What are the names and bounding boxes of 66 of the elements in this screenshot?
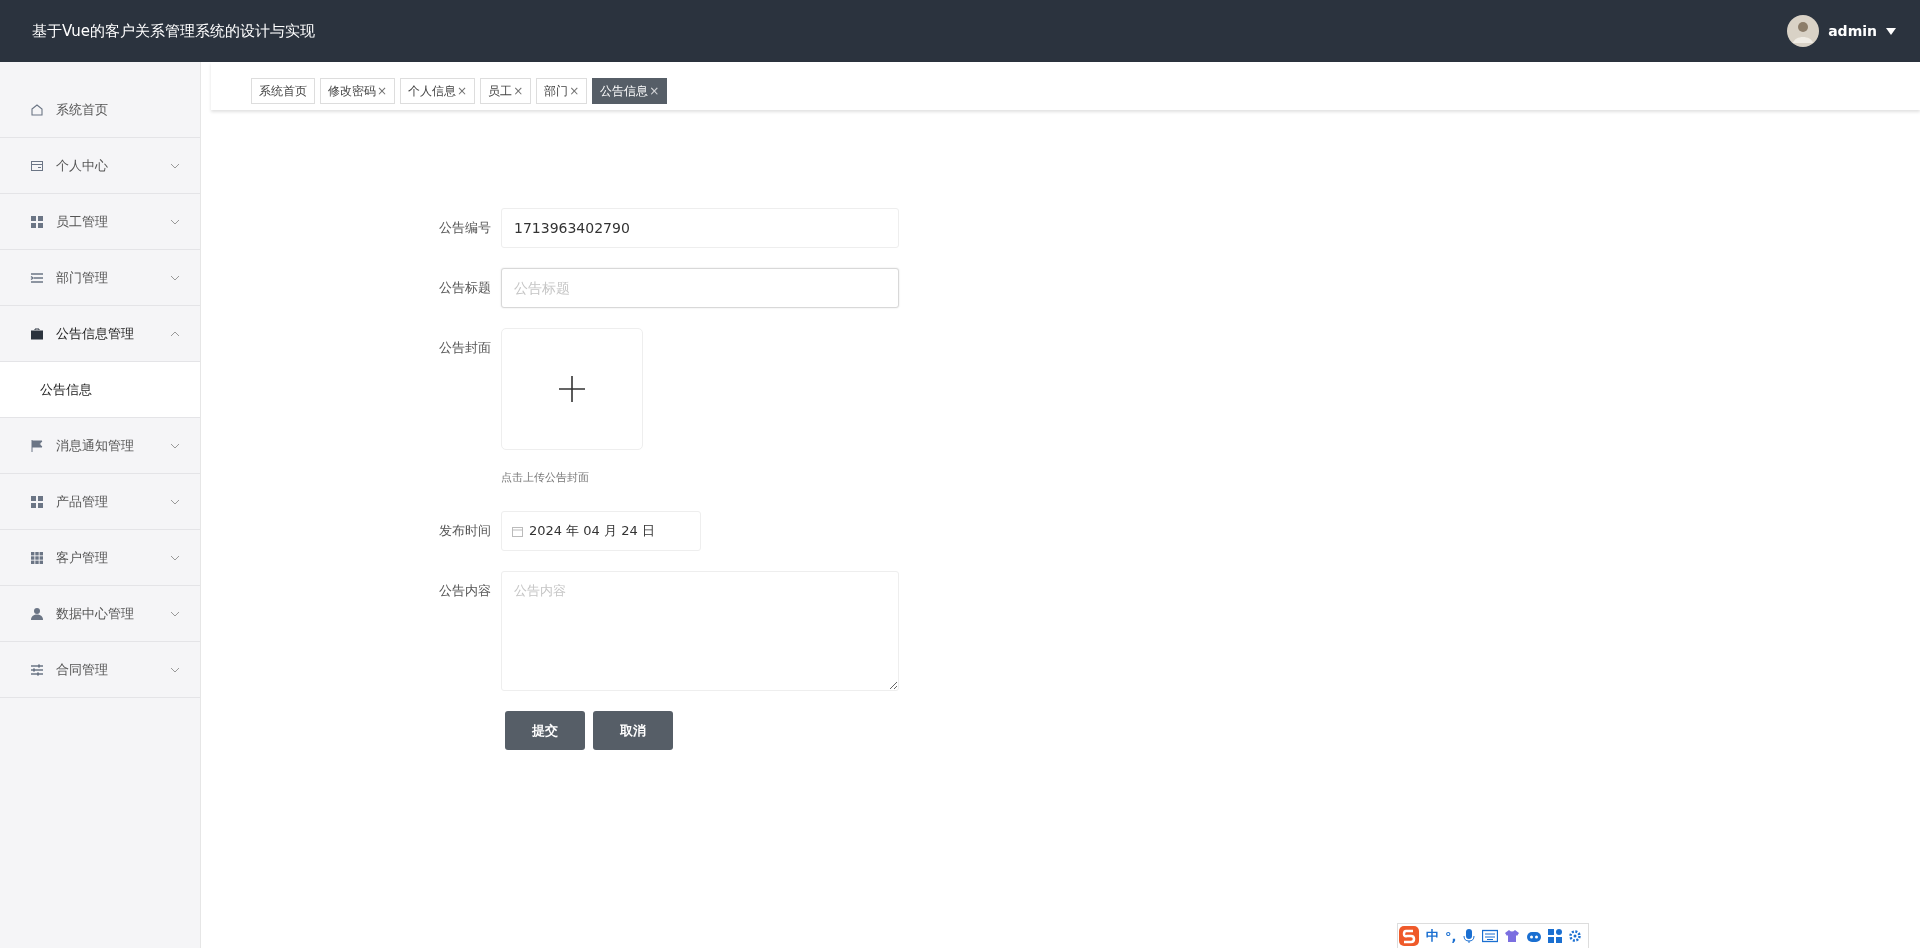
upload-hint: 点击上传公告封面 xyxy=(501,470,590,485)
ime-mode[interactable]: 中 xyxy=(1426,927,1439,945)
menu-item[interactable]: 员工管理 xyxy=(0,194,200,250)
menu-item[interactable]: 数据中心管理 xyxy=(0,586,200,642)
apps-icon[interactable] xyxy=(1548,929,1563,943)
tab[interactable]: 公告信息× xyxy=(592,78,668,104)
gear-icon[interactable] xyxy=(1568,929,1583,943)
chevron-icon xyxy=(170,162,180,169)
grid-icon xyxy=(30,550,44,565)
menu-item[interactable]: 系统首页 xyxy=(0,82,200,138)
tab[interactable]: 系统首页 xyxy=(251,78,315,104)
home-icon xyxy=(30,102,44,117)
submit-button[interactable]: 提交 xyxy=(505,711,585,750)
robot-icon[interactable] xyxy=(1526,929,1543,943)
caret-icon[interactable] xyxy=(1886,27,1896,35)
tab[interactable]: 个人信息× xyxy=(400,78,476,104)
grid-icon xyxy=(30,494,44,509)
ime-punctuation[interactable]: °, xyxy=(1445,928,1457,944)
shirt-icon[interactable] xyxy=(1504,929,1521,943)
input-field[interactable]: 公告标题 xyxy=(501,268,899,308)
menu-item[interactable]: 客户管理 xyxy=(0,530,200,586)
chevron-icon xyxy=(170,666,180,673)
ime-logo-icon[interactable] xyxy=(1398,925,1420,947)
close-icon[interactable]: × xyxy=(513,84,524,98)
close-icon[interactable]: × xyxy=(569,84,580,98)
menu-item[interactable]: 部门管理 xyxy=(0,250,200,306)
chevron-icon xyxy=(170,442,180,449)
user-name[interactable]: admin xyxy=(1828,23,1877,39)
chevron-icon xyxy=(170,498,180,505)
field-label: 公告封面 xyxy=(438,339,491,357)
input-field[interactable]: 1713963402790 xyxy=(501,208,899,248)
field-label: 发布时间 xyxy=(438,522,491,540)
close-icon[interactable]: × xyxy=(649,84,660,98)
date-field[interactable]: 2024 年 04 月 24 日 xyxy=(501,511,701,551)
chevron-icon xyxy=(170,330,180,337)
list-icon xyxy=(30,270,44,285)
calendar-icon xyxy=(512,525,523,537)
menu-item[interactable]: 合同管理 xyxy=(0,642,200,698)
field-label: 公告编号 xyxy=(438,219,491,237)
menu-item[interactable]: 个人中心 xyxy=(0,138,200,194)
cancel-button[interactable]: 取消 xyxy=(593,711,673,750)
submenu-item[interactable]: 公告信息 xyxy=(0,362,200,418)
sliders-icon xyxy=(30,662,44,677)
menu-item[interactable]: 产品管理 xyxy=(0,474,200,530)
wallet-icon xyxy=(30,158,44,173)
avatar[interactable] xyxy=(1787,15,1820,47)
grid-icon xyxy=(30,214,44,229)
tab[interactable]: 员工× xyxy=(480,78,532,104)
field-label: 公告内容 xyxy=(438,582,491,600)
user-icon xyxy=(30,606,44,621)
menu-item[interactable]: 消息通知管理 xyxy=(0,418,200,474)
field-label: 公告标题 xyxy=(438,279,491,297)
chevron-icon xyxy=(170,554,180,561)
keyboard-icon[interactable] xyxy=(1482,929,1499,943)
close-icon[interactable]: × xyxy=(377,84,388,98)
tab[interactable]: 修改密码× xyxy=(320,78,396,104)
app-title: 基于Vue的客户关系管理系统的设计与实现 xyxy=(32,21,315,41)
chevron-icon xyxy=(170,610,180,617)
plus-icon xyxy=(559,376,585,402)
tab[interactable]: 部门× xyxy=(536,78,588,104)
microphone-icon[interactable] xyxy=(1462,928,1477,944)
chevron-icon xyxy=(170,274,180,281)
close-icon[interactable]: × xyxy=(457,84,468,98)
briefcase-icon xyxy=(30,326,44,341)
flag-icon xyxy=(30,438,44,453)
chevron-icon xyxy=(170,218,180,225)
